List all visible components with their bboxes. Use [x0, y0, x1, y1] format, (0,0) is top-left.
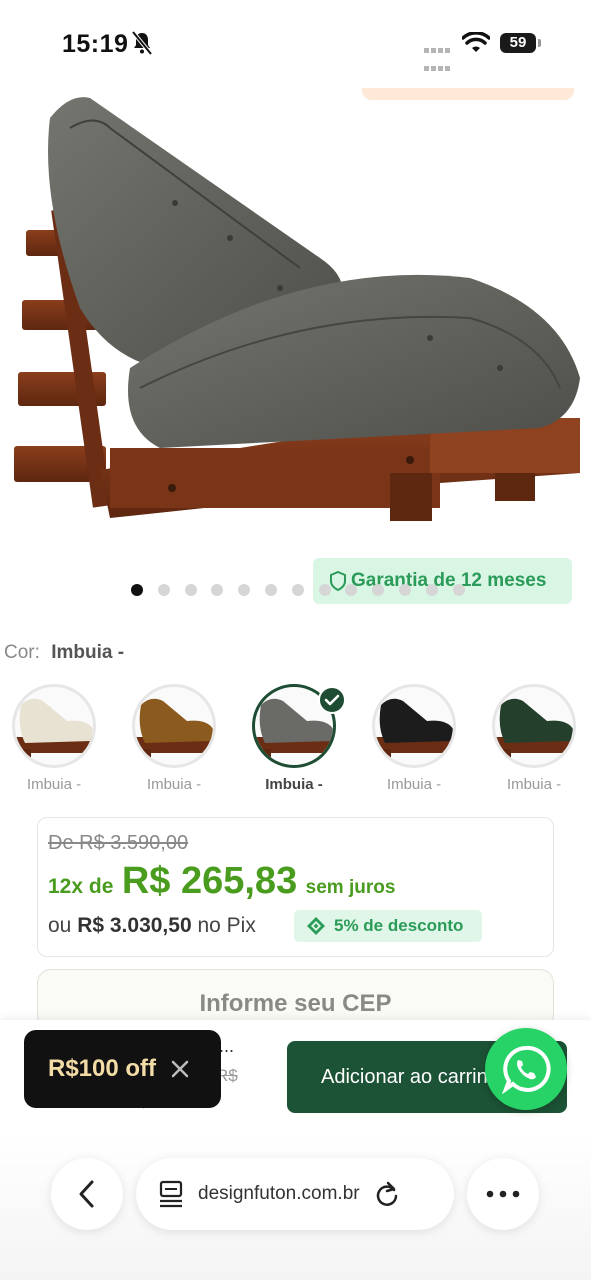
address-bar[interactable]: designfuton.com.br	[136, 1158, 454, 1230]
carousel-dots[interactable]	[131, 584, 479, 596]
installment-value: R$ 265,83	[121, 860, 298, 902]
url-text: designfuton.com.br	[198, 1183, 360, 1204]
guarantee-badge: Garantia de 12 meses	[313, 558, 572, 604]
product-image[interactable]	[0, 88, 591, 593]
close-icon[interactable]	[170, 1059, 190, 1079]
carousel-dot[interactable]	[184, 584, 197, 596]
browser-toolbar: designfuton.com.br	[0, 1132, 591, 1280]
reload-icon[interactable]	[374, 1180, 400, 1208]
status-time: 15:19	[62, 30, 129, 58]
more-icon	[486, 1190, 520, 1198]
carousel-dot[interactable]	[398, 584, 411, 596]
check-icon	[318, 686, 346, 714]
bell-muted-icon	[131, 30, 153, 56]
pix-prefix: ou	[48, 914, 72, 937]
swatch-label: Imbuia -	[506, 776, 562, 793]
back-button[interactable]	[51, 1158, 123, 1230]
discount-text: 5% de desconto	[334, 916, 464, 935]
add-to-cart-label: Adicionar ao carrinho	[321, 1065, 510, 1088]
carousel-dot[interactable]	[264, 584, 277, 596]
carousel-dot[interactable]	[425, 584, 438, 596]
color-selector-label: Cor: Imbuia -	[4, 642, 124, 664]
pix-discount-badge: 5% de desconto	[294, 910, 482, 942]
carousel-dot[interactable]	[345, 584, 358, 596]
old-price: De R$ 3.590,00	[48, 832, 189, 854]
installments: 12x de R$ 265,83 sem juros	[48, 860, 395, 903]
coupon-text: R$100 off	[48, 1055, 157, 1082]
pix-icon	[307, 917, 325, 935]
carousel-dot[interactable]	[452, 584, 465, 596]
status-bar: 15:19 59	[0, 0, 591, 88]
price-box: De R$ 3.590,00 12x de R$ 265,83 sem juro…	[37, 817, 554, 957]
carousel-dot[interactable]	[157, 584, 170, 596]
color-swatches: Imbuia - Imbuia - Imbuia - Imbuia - Imbuia -	[0, 684, 591, 794]
pix-suffix: no Pix	[197, 914, 256, 937]
color-value: Imbuia -	[51, 642, 125, 663]
swatch-image	[12, 684, 96, 768]
carousel-dot[interactable]	[238, 584, 251, 596]
coupon-badge[interactable]: R$100 off	[24, 1030, 221, 1108]
swatch-label: Imbuia -	[386, 776, 442, 793]
pix-value: R$ 3.030,50	[77, 914, 192, 937]
swatch-image	[492, 684, 576, 768]
wifi-icon	[462, 32, 490, 52]
swatch-label: Imbuia -	[26, 776, 82, 793]
swatch-image	[372, 684, 456, 768]
color-swatch[interactable]: Imbuia -	[12, 684, 96, 793]
whatsapp-icon	[501, 1045, 551, 1094]
hero-top-tag	[362, 88, 574, 100]
more-button[interactable]	[467, 1158, 539, 1230]
battery-icon: 59	[500, 33, 536, 53]
page-menu-icon[interactable]	[158, 1180, 184, 1208]
signal-icon	[424, 40, 452, 76]
carousel-dot[interactable]	[211, 584, 224, 596]
installment-suffix: sem juros	[305, 877, 396, 898]
carousel-dot[interactable]	[131, 584, 143, 596]
color-swatch[interactable]: Imbuia -	[372, 684, 456, 793]
color-swatch[interactable]: Imbuia -	[132, 684, 216, 793]
battery-tip	[538, 39, 541, 47]
swatch-label: Imbuia -	[265, 776, 323, 793]
chevron-left-icon	[79, 1180, 94, 1208]
installments-count: 12x de	[48, 875, 114, 898]
carousel-dot[interactable]	[318, 584, 331, 596]
whatsapp-button[interactable]	[485, 1028, 567, 1110]
futon-illustration	[14, 97, 580, 521]
swatch-image	[132, 684, 216, 768]
carousel-dot[interactable]	[372, 584, 385, 596]
carousel-dot[interactable]	[291, 584, 304, 596]
color-swatch[interactable]: Imbuia -	[492, 684, 576, 793]
color-label: Cor:	[4, 642, 40, 663]
pix-price: ou R$ 3.030,50 no Pix	[48, 914, 256, 938]
swatch-label: Imbuia -	[146, 776, 202, 793]
